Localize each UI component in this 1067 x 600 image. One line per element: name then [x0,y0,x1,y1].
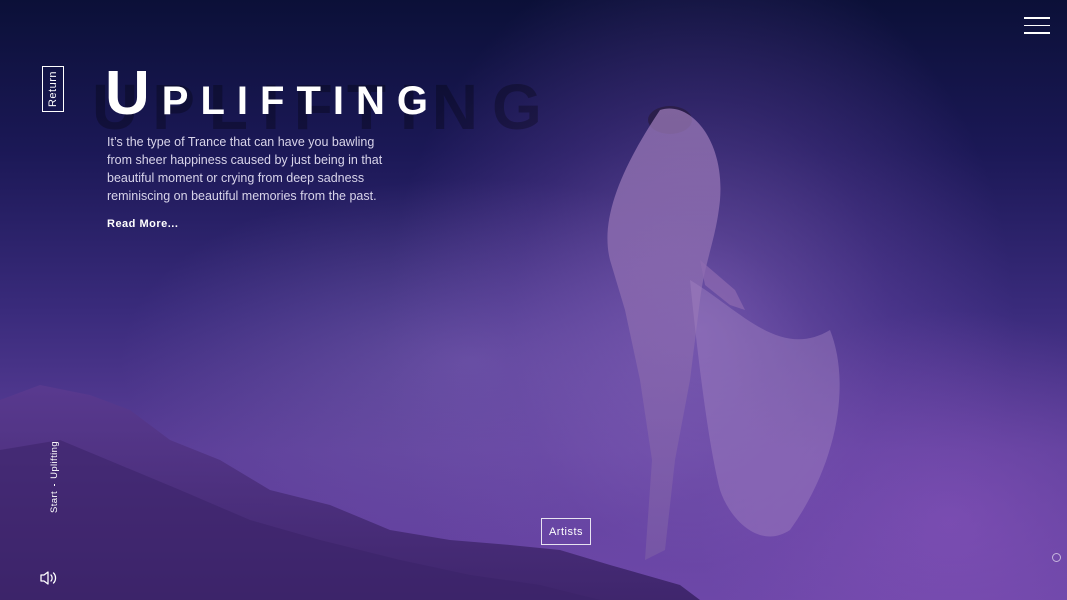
hamburger-menu-icon[interactable] [1024,17,1050,34]
title-rest: PLIFTING [161,79,440,123]
page-title: UPLIFTING [105,58,440,129]
dancer-figure-image [607,106,840,560]
artists-label: Artists [548,525,584,538]
speaker-sound-icon[interactable] [40,570,58,586]
breadcrumb-start[interactable]: Start [49,491,60,513]
genre-description: It’s the type of Trance that can have yo… [107,135,383,203]
title-initial: U [105,59,162,128]
breadcrumb-separator [53,483,55,486]
breadcrumb: Start Uplifting [47,441,61,513]
read-more-link[interactable]: Read More... [107,218,178,230]
breadcrumb-current: Uplifting [48,441,60,479]
return-button[interactable]: Return [42,66,64,112]
circle-indicator-icon[interactable] [1052,553,1061,562]
artists-button[interactable]: Artists [541,518,591,545]
return-label: Return [47,70,59,108]
